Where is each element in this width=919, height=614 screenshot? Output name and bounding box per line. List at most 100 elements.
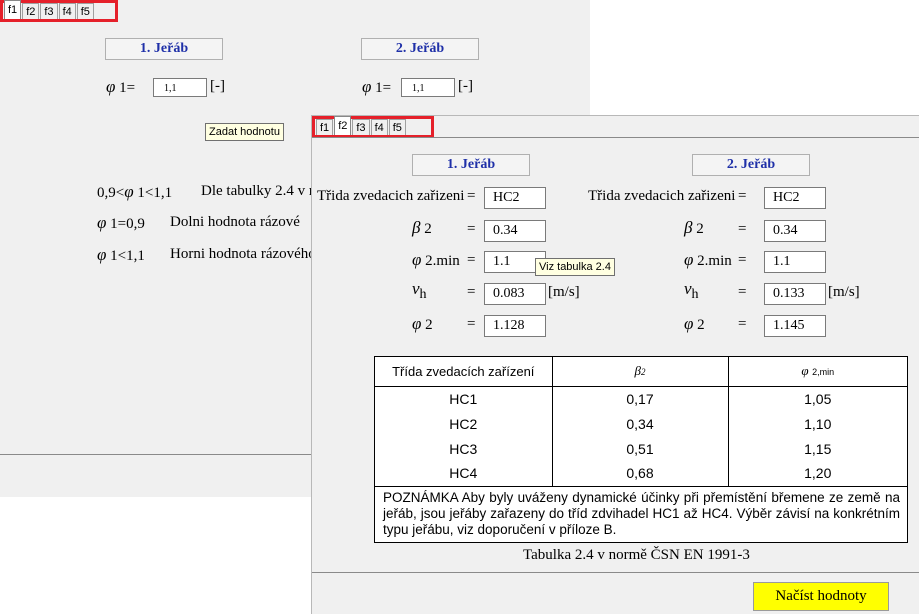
phi-icon: φ: [97, 245, 107, 264]
beta2-input-crane2[interactable]: 0.34: [764, 220, 826, 242]
info-text-1: Dle tabulky 2.4 v n: [201, 183, 317, 199]
tab-divider: [312, 137, 919, 138]
vh-input-crane1[interactable]: 0.083: [484, 283, 546, 305]
phi-icon: φ: [412, 250, 422, 269]
phi-icon: φ: [362, 77, 372, 96]
table-header-beta2: β2: [552, 357, 729, 387]
tab-f1[interactable]: f1: [316, 119, 334, 135]
divider: [312, 572, 919, 573]
table-cell: HC4: [375, 461, 553, 487]
table-note: POZNÁMKA Aby byly uváženy dynamické účin…: [383, 489, 900, 537]
tab-bar: f1 f2 f3 f4 f5: [312, 116, 434, 138]
tab-f2[interactable]: f2: [22, 3, 40, 19]
info-line-2: φ 1=0,9: [97, 213, 145, 232]
table-cell: 0,17: [552, 386, 729, 411]
phi2min-input-crane2[interactable]: 1.1: [764, 251, 826, 273]
vh-input-crane2[interactable]: 0.133: [764, 283, 826, 305]
phi2-output-crane1: 1.128: [484, 315, 546, 337]
vh-label-1: vh: [412, 279, 427, 302]
phi-icon: φ: [412, 314, 422, 333]
tooltip-see-table: Viz tabulka 2.4: [535, 258, 615, 276]
eq-sign: =: [467, 252, 476, 268]
table-cell: HC3: [375, 436, 553, 461]
class-input-crane2[interactable]: HC2: [764, 187, 826, 209]
tab-f1[interactable]: f1: [4, 0, 22, 19]
phi2-label-2: φ 2: [684, 314, 705, 333]
eq-sign: =: [738, 252, 747, 268]
eq-sign: =: [467, 188, 476, 204]
unit-ms-1: [m/s]: [548, 284, 580, 300]
crane1-header: 1. Jeřáb: [412, 154, 530, 176]
phi-icon: φ: [124, 182, 134, 201]
table-row: HC4 0,68 1,20: [375, 461, 907, 487]
crane2-header: 2. Jeřáb: [361, 38, 479, 60]
unit-label-2: [-]: [458, 78, 473, 94]
table-header-class: Třída zvedacích zařízení: [375, 357, 553, 387]
unit-label-1: [-]: [210, 78, 225, 94]
info-text-2: Dolni hodnota rázové: [170, 214, 300, 230]
phi1-input-crane1[interactable]: 1,1: [153, 78, 207, 97]
tab-f4[interactable]: f4: [370, 119, 388, 135]
table-cell: HC2: [375, 411, 553, 436]
eq-sign: =: [738, 221, 747, 237]
class-input-crane1[interactable]: HC2: [484, 187, 546, 209]
tab-f3[interactable]: f3: [40, 3, 58, 19]
tab-f2[interactable]: f2: [334, 116, 352, 135]
crane1-header: 1. Jeřáb: [105, 38, 223, 60]
beta2-label-1: β 2: [412, 218, 432, 237]
v-icon: v: [684, 279, 692, 298]
phi-icon: φ: [106, 77, 116, 96]
tab-f4[interactable]: f4: [58, 3, 76, 19]
table-cell: 1,15: [804, 440, 832, 457]
v-icon: v: [412, 279, 420, 298]
crane2-header: 2. Jeřáb: [692, 154, 810, 176]
phi1-input-crane2[interactable]: 1,1: [401, 78, 455, 97]
info-line-3: φ 1<1,1: [97, 245, 145, 264]
table-header-row: Třída zvedacích zařízení β2 φ 2,min: [375, 357, 907, 387]
table-caption: Tabulka 2.4 v normě ČSN EN 1991-3: [523, 547, 750, 563]
class-label-1: Třida zvedacich zařizeni: [317, 188, 465, 204]
eq-sign: =: [738, 188, 747, 204]
phi-icon: φ: [684, 250, 694, 269]
table-header-phi2min: φ 2,min: [728, 357, 907, 387]
tooltip-enter-value: Zadat hodnotu: [205, 123, 284, 141]
phi1-label-2: φ 1=: [362, 77, 392, 96]
beta2-label-2: β 2: [684, 218, 704, 237]
vh-label-2: vh: [684, 279, 699, 302]
tab-f3[interactable]: f3: [352, 119, 370, 135]
tab-bar: f1 f2 f3 f4 f5: [0, 0, 118, 22]
table-cell: 1,05: [804, 390, 832, 407]
phi1-label-1: φ 1=: [106, 77, 136, 96]
beta-icon: β: [684, 218, 693, 237]
load-values-button[interactable]: Načíst hodnoty: [753, 582, 889, 611]
window-f2: f1 f2 f3 f4 f5 1. Jeřáb 2. Jeřáb Třida z…: [311, 115, 919, 614]
phi2-label-1: φ 2: [412, 314, 433, 333]
info-line-1: 0,9<φ 1<1,1: [97, 182, 173, 201]
info-text-3: Horni hodnota rázového: [170, 246, 316, 262]
tab-f5[interactable]: f5: [76, 3, 94, 19]
beta-icon: β: [412, 218, 421, 237]
table-cell: 1,20: [728, 461, 907, 487]
beta2-input-crane1[interactable]: 0.34: [484, 220, 546, 242]
eq-sign: =: [467, 284, 476, 300]
class-label-2: Třida zvedacich zařizeni: [588, 188, 736, 204]
phi-icon: φ: [684, 314, 694, 333]
table-row: HC1 0,17 1,05: [375, 386, 907, 411]
table-row: HC2 0,34 1,10: [375, 411, 907, 436]
table-cell: 0,51: [552, 436, 729, 461]
phi2min-label-2: φ 2.min: [684, 250, 732, 269]
eq-sign: =: [738, 284, 747, 300]
table-cell: 0,68: [552, 461, 729, 487]
eq-sign: =: [467, 316, 476, 332]
unit-ms-2: [m/s]: [828, 284, 860, 300]
eq-sign: =: [738, 316, 747, 332]
phi2min-label-1: φ 2.min: [412, 250, 460, 269]
phi-icon: φ: [97, 213, 107, 232]
table-cell: 1,10: [804, 415, 832, 432]
reference-table-2-4: Třída zvedacích zařízení β2 φ 2,min HC1 …: [374, 356, 908, 543]
table-cell: HC1: [375, 386, 553, 411]
tab-f5[interactable]: f5: [388, 119, 406, 135]
phi2-output-crane2: 1.145: [764, 315, 826, 337]
table-row: HC3 0,51 1,15: [375, 436, 907, 461]
eq-sign: =: [467, 221, 476, 237]
